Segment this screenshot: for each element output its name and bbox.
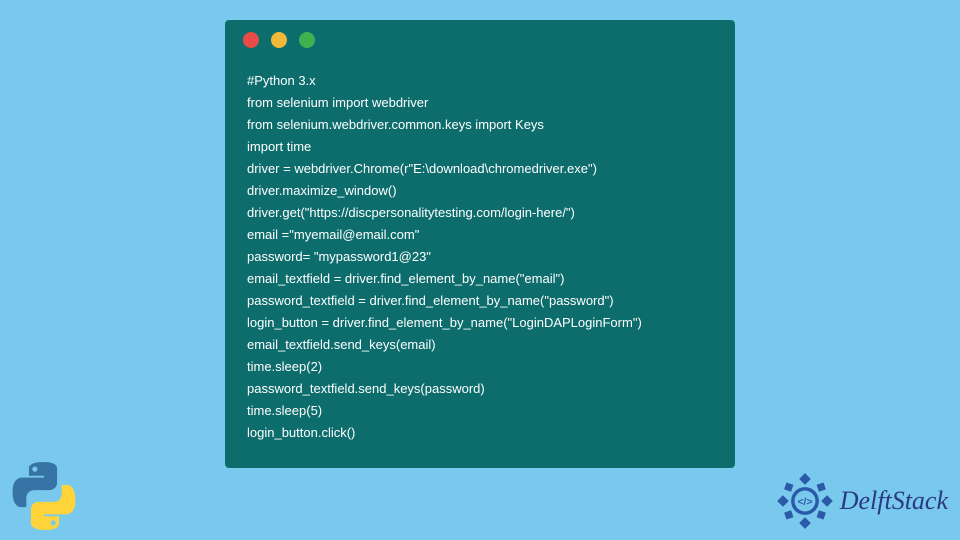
minimize-icon (271, 32, 287, 48)
maximize-icon (299, 32, 315, 48)
python-logo-icon (8, 460, 80, 532)
svg-text:</>: </> (797, 497, 812, 508)
delftstack-logo-icon: </> (776, 472, 834, 530)
brand-name: DelftStack (840, 486, 948, 516)
close-icon (243, 32, 259, 48)
code-window: #Python 3.x from selenium import webdriv… (225, 20, 735, 468)
window-titlebar (225, 20, 735, 60)
code-block: #Python 3.x from selenium import webdriv… (225, 60, 735, 464)
delftstack-brand: </> DelftStack (776, 472, 948, 530)
